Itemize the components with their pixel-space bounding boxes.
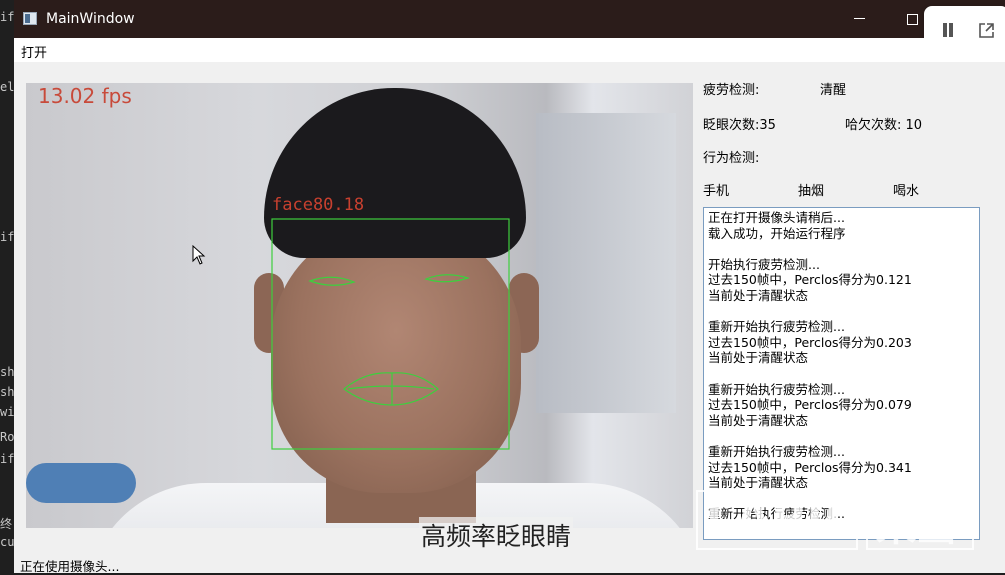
log-line: 过去150帧中，Perclos得分为0.341: [708, 459, 912, 475]
maximize-icon[interactable]: [907, 14, 918, 25]
face-confidence-label: face80.18: [272, 195, 365, 215]
log-line: 当前处于清醒状态: [708, 412, 809, 428]
left-eye-contour: [308, 276, 356, 286]
status-text: 正在使用摄像头...: [20, 559, 120, 574]
log-line: 重新开始执行疲劳检测...: [708, 319, 845, 335]
mouse-cursor-icon: [192, 245, 206, 265]
log-line: 正在打开摄像头请稍后...: [708, 210, 845, 225]
background-editor: if el if sh sh wi Ro if 终 cu: [0, 0, 14, 573]
camera-view: 13.02 fps face80.18: [26, 83, 693, 528]
menu-item-open[interactable]: 打开: [21, 42, 47, 61]
video-subtitle: 高频率眨眼睛: [419, 517, 574, 553]
title-bar: MainWindow: [14, 0, 1005, 38]
yawn-count: 哈欠次数: 10: [845, 118, 923, 133]
popout-icon[interactable]: [978, 22, 995, 39]
mouth-contour: [343, 372, 439, 406]
watermark: LAPIC 来画: [696, 490, 976, 550]
log-line: 重新开始执行疲劳检测...: [708, 381, 845, 397]
watermark-text-left: LAPIC: [706, 492, 859, 543]
fatigue-label: 疲劳检测:: [703, 83, 760, 98]
fatigue-value: 清醒: [820, 83, 847, 98]
fps-counter: 13.02 fps: [38, 84, 132, 108]
status-bar: 正在使用摄像头...: [14, 552, 1005, 574]
blink-count: 眨眼次数:35: [703, 118, 776, 133]
log-line: 当前处于清醒状态: [708, 475, 809, 491]
pause-icon[interactable]: [942, 23, 954, 39]
face-bounding-box: [271, 218, 510, 450]
behavior-drinking: 喝水: [893, 184, 920, 199]
minimize-icon[interactable]: [852, 10, 868, 26]
detection-overlay: [271, 218, 510, 450]
watermark-text-right: 来画: [876, 504, 956, 550]
log-line: 过去150帧中，Perclos得分为0.203: [708, 334, 912, 350]
app-window-icon: [23, 12, 37, 25]
menu-bar: 打开: [14, 38, 1005, 62]
log-line: 当前处于清醒状态: [708, 350, 809, 366]
right-eye-contour: [424, 274, 470, 283]
log-line: 过去150帧中，Perclos得分为0.079: [708, 397, 912, 413]
behavior-phone: 手机: [703, 184, 730, 199]
main-window: MainWindow 打开 13.02 fps face80.18 高频率眨眼睛…: [14, 0, 1005, 574]
behavior-label: 行为检测:: [703, 151, 760, 166]
behavior-smoking: 抽烟: [798, 184, 825, 199]
log-line: 重新开始执行疲劳检测...: [708, 443, 845, 459]
log-line: 开始执行疲劳检测...: [708, 256, 820, 272]
log-line: 当前处于清醒状态: [708, 287, 809, 303]
window-title: MainWindow: [46, 11, 135, 27]
log-line: 过去150帧中，Perclos得分为0.121: [708, 272, 912, 288]
log-line: 载入成功，开始运行程序: [708, 225, 846, 241]
